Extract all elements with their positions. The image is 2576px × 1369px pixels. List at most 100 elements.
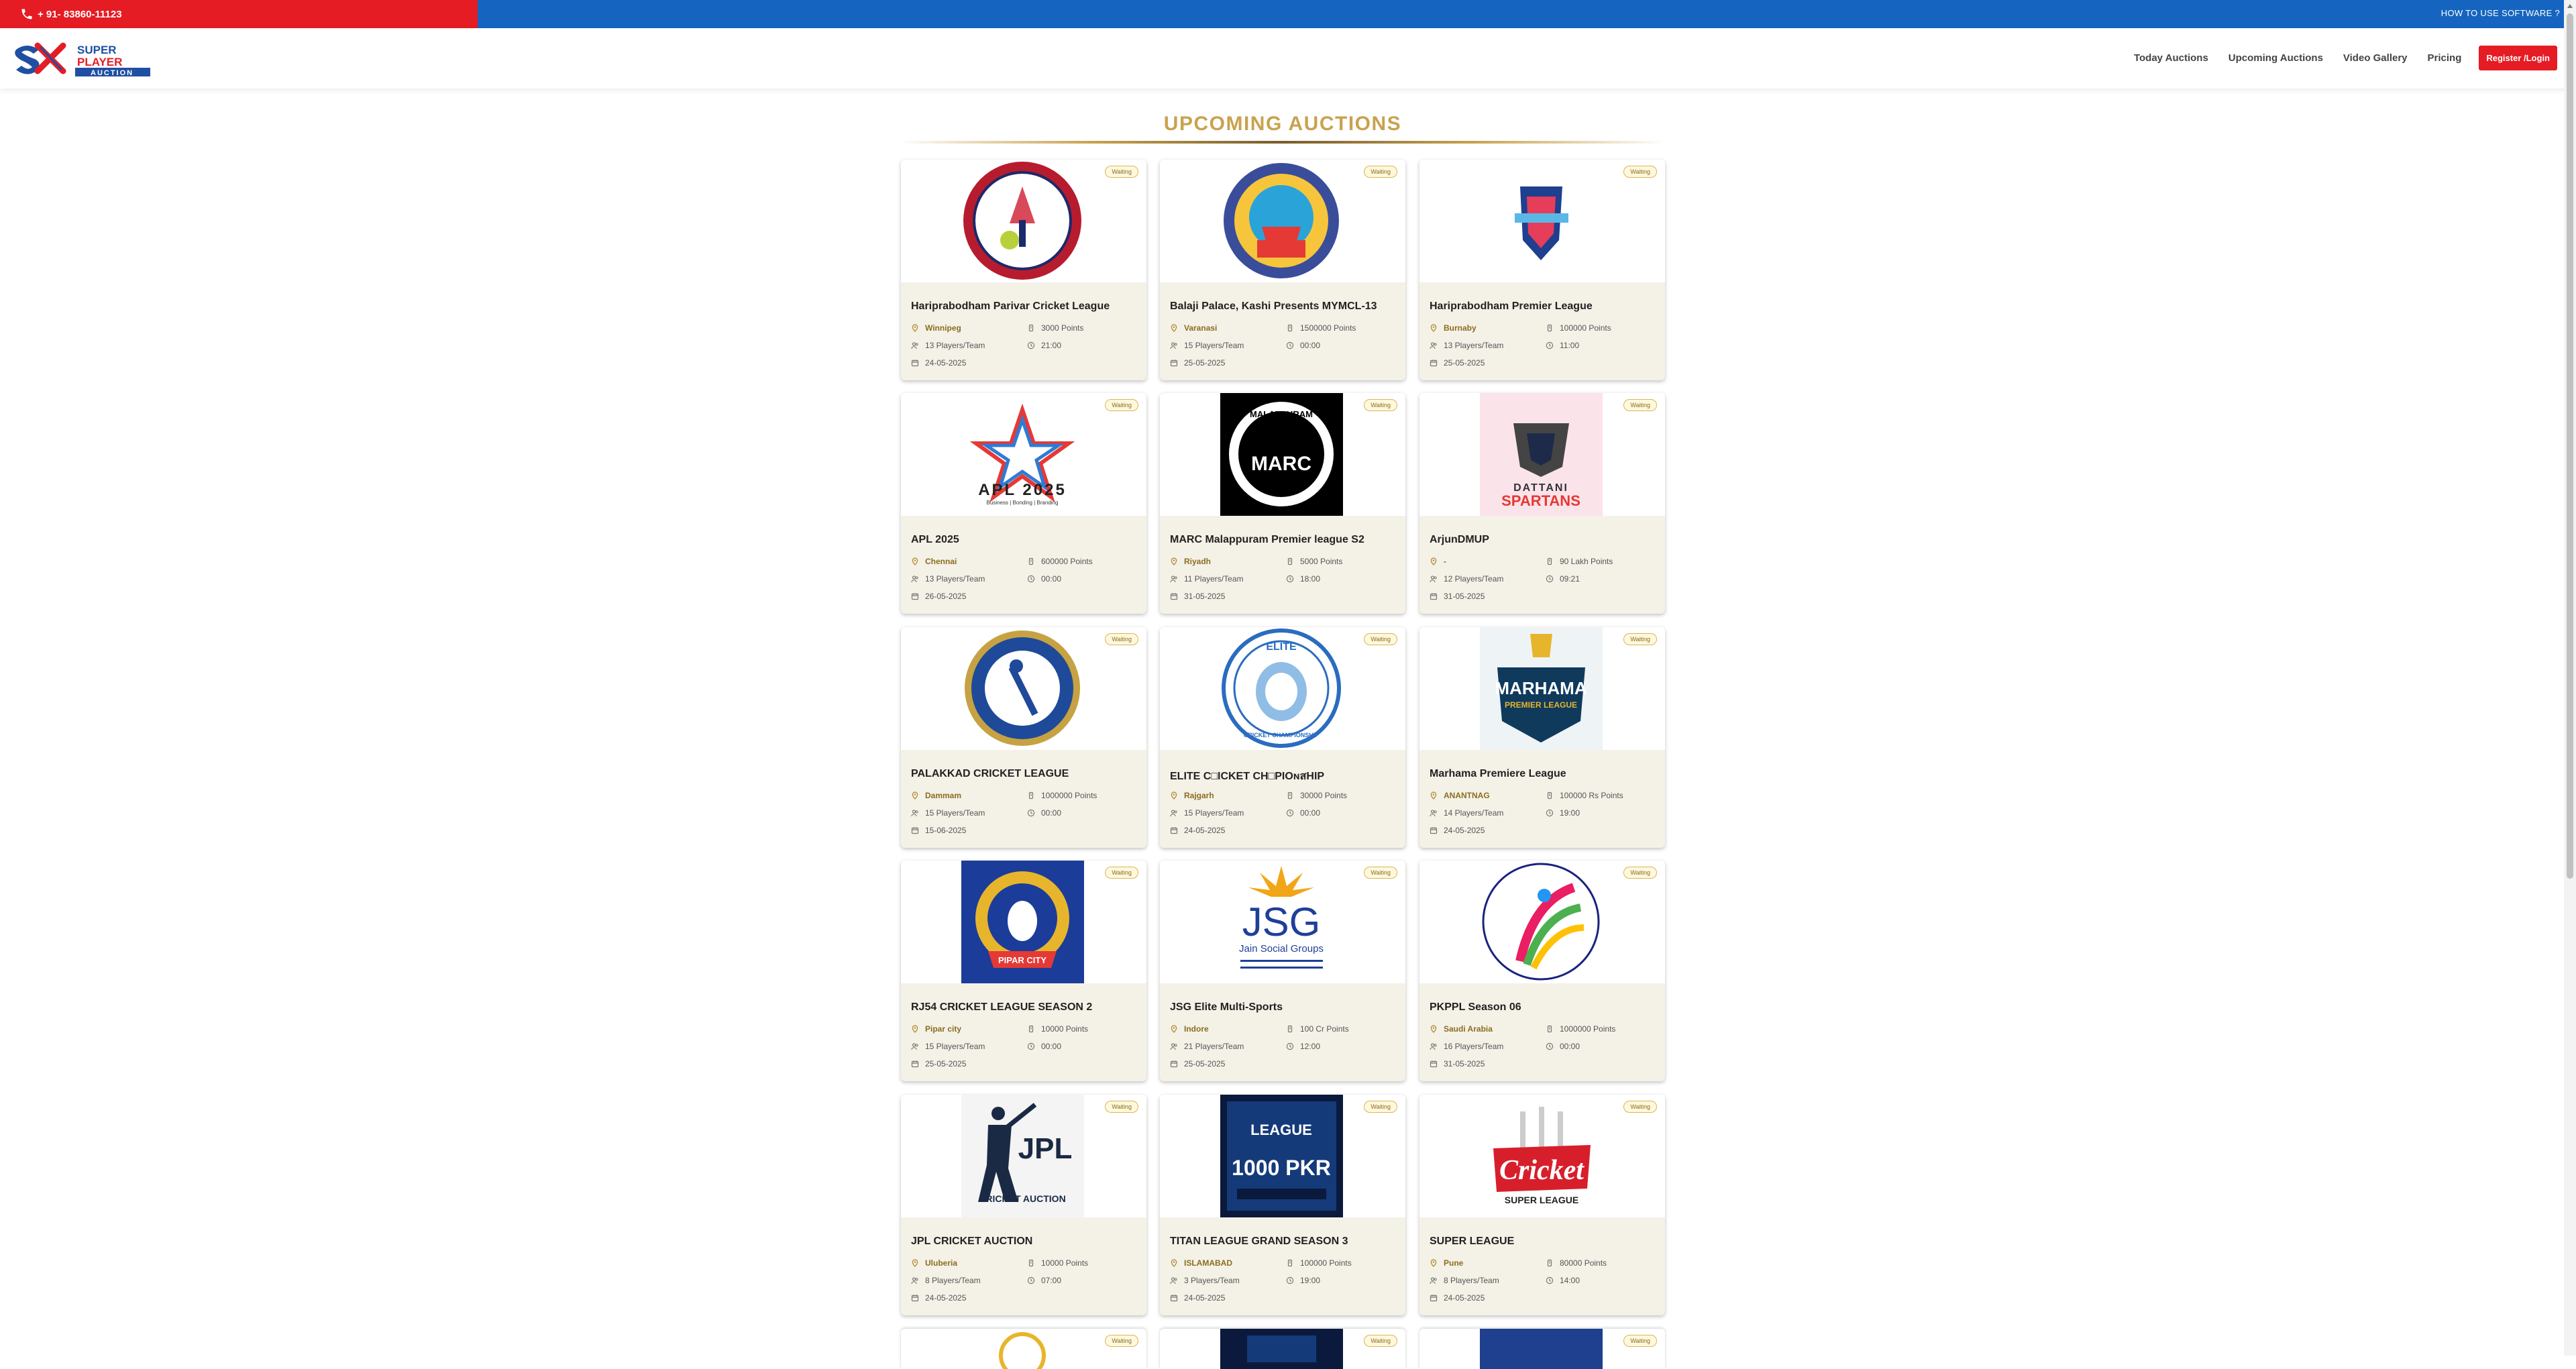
location-text: Chennai: [925, 557, 957, 566]
players-text: 15 Players/Team: [1184, 808, 1244, 818]
auction-title[interactable]: Hariprabodham Parivar Cricket League: [911, 300, 1110, 313]
points-text: 1000000 Points: [1560, 1024, 1616, 1034]
time-row: 19:00: [1286, 1276, 1320, 1285]
auction-title[interactable]: ArjunDMUP: [1430, 534, 1489, 546]
points-icon: [1546, 1025, 1554, 1033]
points-row: 3000 Points: [1027, 323, 1083, 333]
auction-card-partial[interactable]: Waiting: [1419, 1329, 1665, 1369]
auction-title[interactable]: SUPER LEAGUE: [1430, 1236, 1514, 1248]
auction-card[interactable]: Waiting Balaji Palace, Kashi Presents MY…: [1160, 160, 1405, 380]
auction-card[interactable]: Waiting Hariprabodham Parivar Cricket Le…: [901, 160, 1146, 380]
phone-strip[interactable]: + 91- 83860-11123: [0, 0, 478, 28]
time-text: 19:00: [1300, 1276, 1321, 1285]
auction-title[interactable]: PKPPL Season 06: [1430, 1001, 1521, 1014]
location-row: Chennai: [911, 557, 957, 566]
phone-number[interactable]: + 91- 83860-11123: [38, 9, 122, 20]
auction-card[interactable]: JPL CRICKET AUCTION Waiting JPL CRICKET A…: [901, 1095, 1146, 1315]
auction-title[interactable]: Hariprabodham Premier League: [1430, 300, 1593, 313]
svg-text:JPL: JPL: [1018, 1132, 1073, 1165]
location-pin-icon: [911, 557, 919, 565]
clock-icon: [1546, 809, 1554, 817]
nav-upcoming-auctions[interactable]: Upcoming Auctions: [2229, 52, 2323, 64]
date-text: 25-05-2025: [1444, 358, 1485, 368]
points-row: 100000 Points: [1546, 323, 1611, 333]
players-text: 21 Players/Team: [1184, 1042, 1244, 1051]
time-text: 12:00: [1300, 1042, 1321, 1051]
card-image-area: Cricket SUPER LEAGUE Waiting: [1419, 1095, 1665, 1217]
time-text: 00:00: [1041, 574, 1062, 584]
auction-card[interactable]: JSG Jain Social Groups Waiting JSG Elite …: [1160, 861, 1405, 1081]
svg-text:SUPER LEAGUE: SUPER LEAGUE: [1505, 1195, 1578, 1205]
auction-card[interactable]: Waiting Hariprabodham Premier League Bur…: [1419, 160, 1665, 380]
nav-pricing[interactable]: Pricing: [2428, 52, 2462, 64]
nav-menu: Today Auctions Upcoming Auctions Video G…: [2114, 46, 2557, 70]
location-text: Pipar city: [925, 1024, 962, 1034]
auction-card-partial[interactable]: Waiting: [901, 1329, 1146, 1369]
location-text: Indore: [1184, 1024, 1209, 1034]
status-badge: Waiting: [1364, 166, 1397, 178]
auction-card[interactable]: LEAGUE 1000 PKR Waiting TITAN LEAGUE GRAN…: [1160, 1095, 1405, 1315]
players-icon: [1170, 1276, 1178, 1284]
players-text: 8 Players/Team: [925, 1276, 981, 1285]
auction-card[interactable]: APL 2025 Business | Bonding | Branding Wa…: [901, 393, 1146, 614]
auction-card[interactable]: ELITE CRICKET CHAMPIONSHIP Waiting ELITE …: [1160, 627, 1405, 848]
points-text: 5000 Points: [1300, 557, 1343, 566]
scroll-up-arrow-icon[interactable]: [2567, 4, 2573, 8]
auction-card[interactable]: Waiting PKPPL Season 06 Saudi Arabia 100…: [1419, 861, 1665, 1081]
location-row: Pipar city: [911, 1024, 961, 1034]
time-text: 00:00: [1560, 1042, 1580, 1051]
scrollbar-thumb[interactable]: [2567, 13, 2573, 879]
auction-title[interactable]: TITAN LEAGUE GRAND SEASON 3: [1170, 1236, 1348, 1248]
time-text: 00:00: [1300, 808, 1321, 818]
auction-title[interactable]: Balaji Palace, Kashi Presents MYMCL-13: [1170, 300, 1377, 313]
nav-today-auctions[interactable]: Today Auctions: [2134, 52, 2208, 64]
location-row: Uluberia: [911, 1258, 957, 1268]
players-icon: [1430, 1042, 1438, 1050]
auction-card[interactable]: PIPAR CITY Waiting RJ54 CRICKET LEAGUE S…: [901, 861, 1146, 1081]
auction-title[interactable]: RJ54 CRICKET LEAGUE SEASON 2: [911, 1001, 1092, 1014]
pkppl-logo: [1480, 861, 1603, 983]
register-login-button[interactable]: Register /Login: [2479, 46, 2557, 70]
page-scrollbar[interactable]: [2564, 0, 2576, 1356]
players-text: 15 Players/Team: [1184, 341, 1244, 350]
points-row: 90 Lakh Points: [1546, 557, 1613, 566]
how-to-use-link[interactable]: HOW TO USE SOFTWARE ?: [2441, 0, 2560, 28]
points-text: 100000 Rs Points: [1560, 791, 1623, 800]
auction-card[interactable]: MALAPPURAM MARC Waiting MARC Malappuram P…: [1160, 393, 1405, 614]
clock-icon: [1546, 1276, 1554, 1284]
location-row: Burnaby: [1430, 323, 1477, 333]
calendar-icon: [1170, 592, 1178, 600]
calendar-icon: [1430, 1060, 1438, 1068]
players-text: 13 Players/Team: [925, 341, 985, 350]
auction-title[interactable]: APL 2025: [911, 534, 959, 546]
points-text: 90 Lakh Points: [1560, 557, 1613, 566]
auction-card[interactable]: Waiting PALAKKAD CRICKET LEAGUE Dammam 1…: [901, 627, 1146, 848]
status-badge: Waiting: [1105, 166, 1138, 178]
auction-title[interactable]: JPL CRICKET AUCTION: [911, 1236, 1032, 1248]
auction-title[interactable]: ELITE C□ICKET CH□PΙOɴสHIP: [1170, 768, 1324, 785]
date-row: 24-05-2025: [1170, 826, 1225, 835]
date-row: 25-05-2025: [911, 1059, 966, 1069]
auction-title[interactable]: JSG Elite Multi-Sports: [1170, 1001, 1283, 1014]
auction-title[interactable]: PALAKKAD CRICKET LEAGUE: [911, 768, 1069, 780]
players-row: 11 Players/Team: [1170, 574, 1243, 584]
super-player-auction-logo[interactable]: SUPER PLAYER AUCTION: [13, 40, 152, 78]
svg-text:APL 2025: APL 2025: [978, 481, 1067, 499]
location-pin-icon: [911, 1025, 919, 1033]
date-text: 24-05-2025: [1184, 826, 1226, 835]
auction-title[interactable]: MARC Malappuram Premier league S2: [1170, 534, 1364, 546]
status-badge: Waiting: [1105, 867, 1138, 879]
auction-card-partial[interactable]: Waiting: [1160, 1329, 1405, 1369]
date-row: 15-06-2025: [911, 826, 966, 835]
auction-card[interactable]: DATTANI SPARTANS Waiting ArjunDMUP - 90 L…: [1419, 393, 1665, 614]
time-row: 00:00: [1286, 341, 1320, 350]
status-badge: Waiting: [1623, 1101, 1657, 1113]
date-text: 26-05-2025: [925, 592, 967, 601]
auction-card[interactable]: Cricket SUPER LEAGUE Waiting SUPER LEAGUE…: [1419, 1095, 1665, 1315]
svg-text:PIPAR CITY: PIPAR CITY: [998, 955, 1046, 965]
date-text: 15-06-2025: [925, 826, 967, 835]
auction-card[interactable]: MARHAMA PREMIER LEAGUE Waiting Marhama Pr…: [1419, 627, 1665, 848]
location-text: Winnipeg: [925, 323, 961, 333]
nav-video-gallery[interactable]: Video Gallery: [2343, 52, 2408, 64]
auction-title[interactable]: Marhama Premiere League: [1430, 768, 1566, 780]
